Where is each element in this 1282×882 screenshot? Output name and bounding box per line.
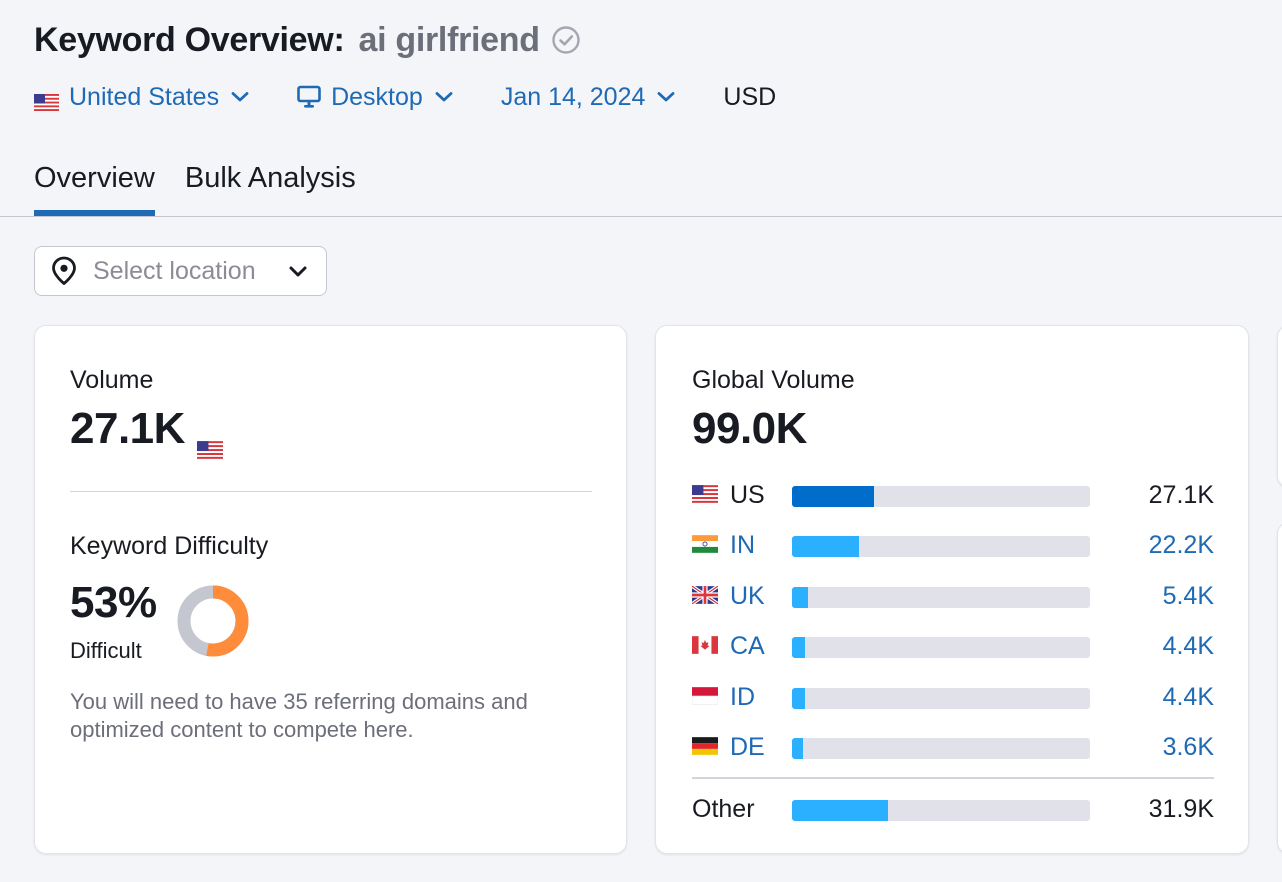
country-volume[interactable]: 4.4K — [1163, 683, 1214, 712]
bar-fill — [792, 637, 806, 659]
country-label: United States — [69, 82, 220, 111]
country-row-ca[interactable]: CA 4.4K — [692, 629, 1214, 679]
global-volume-card: Global Volume 99.0K US 27.1K IN 22.2K UK 5.4K… — [655, 325, 1249, 854]
country-row-uk[interactable]: UK 5.4K — [691, 579, 1214, 629]
bar-fill — [792, 586, 809, 608]
keyword-difficulty-status: Difficult — [70, 638, 142, 663]
bar-track — [792, 737, 1090, 759]
date-label: Jan 14, 2024 — [500, 82, 646, 111]
country-volume[interactable]: 3.6K — [1163, 733, 1214, 762]
country-row-us: US 27.1K — [692, 478, 1214, 528]
country-list: US 27.1K IN 22.2K UK 5.4K CA 4.4K ID 4.4K DE 3.6K — [691, 478, 1214, 780]
country-volume[interactable]: 22.2K — [1149, 531, 1214, 560]
volume-value: 27.1K — [70, 404, 185, 453]
volume-card: Volume 27.1K Keyword Difficulty 53% Diff… — [34, 325, 627, 854]
bar-fill — [792, 737, 803, 759]
bar-track — [792, 800, 1090, 821]
keyword-overview-page: Keyword Overview: ai girlfriend United S… — [0, 0, 1282, 882]
country-code[interactable]: ID — [730, 683, 755, 712]
bar-fill — [792, 687, 806, 709]
tab-overview[interactable]: Overview — [34, 158, 155, 217]
map-pin-icon — [51, 256, 77, 286]
filters-bar: United States Desktop Jan 14, 2024 USD — [34, 80, 776, 114]
bar-fill — [792, 536, 859, 558]
other-label: Other — [692, 795, 755, 823]
volume-value-row: 27.1K — [70, 404, 223, 459]
uk-flag-icon — [691, 584, 719, 606]
country-volume: 27.1K — [1148, 481, 1214, 509]
divider — [692, 777, 1214, 779]
keyword-difficulty-donut — [177, 585, 249, 657]
ca-flag-icon — [692, 636, 718, 655]
tab-bar: Overview Bulk Analysis — [34, 158, 386, 217]
global-volume-label: Global Volume — [692, 366, 855, 394]
country-row-other: Other 31.9K — [692, 792, 1214, 828]
keyword-name: ai girlfriend — [358, 20, 540, 59]
us-flag-icon — [34, 89, 59, 111]
de-flag-icon — [692, 737, 718, 755]
bar-fill — [792, 800, 888, 821]
volume-label: Volume — [70, 366, 154, 394]
global-volume-value: 99.0K — [692, 404, 807, 453]
country-code[interactable]: CA — [730, 632, 765, 661]
desktop-icon — [297, 85, 321, 109]
keyword-difficulty-description: You will need to have 35 referring domai… — [70, 689, 528, 742]
bar-track — [792, 536, 1090, 558]
in-flag-icon — [692, 535, 718, 554]
chevron-down-icon — [435, 91, 453, 103]
check-circle-icon — [550, 24, 582, 56]
bar-track — [792, 486, 1090, 507]
page-title: Keyword Overview: — [34, 20, 345, 59]
tabs-divider — [0, 216, 1282, 217]
chevron-down-icon — [288, 265, 308, 278]
partial-card — [1277, 325, 1282, 488]
other-value: 31.9K — [1148, 795, 1214, 823]
keyword-difficulty-value: 53% — [70, 578, 157, 627]
country-code[interactable]: DE — [730, 733, 765, 762]
country-code[interactable]: UK — [730, 582, 765, 611]
us-flag-icon — [196, 420, 223, 459]
country-row-id[interactable]: ID 4.4K — [691, 680, 1214, 730]
bar-fill — [792, 486, 874, 507]
device-dropdown[interactable]: Desktop — [297, 83, 453, 112]
bar-track — [792, 586, 1090, 608]
device-label: Desktop — [331, 82, 423, 111]
bar-track — [792, 637, 1090, 659]
date-dropdown[interactable]: Jan 14, 2024 — [501, 83, 676, 112]
partial-card — [1277, 522, 1282, 854]
country-row-de[interactable]: DE 3.6K — [692, 730, 1214, 780]
chevron-down-icon — [657, 91, 675, 103]
tab-bulk-analysis[interactable]: Bulk Analysis — [185, 158, 356, 217]
location-select[interactable]: Select location — [34, 246, 327, 296]
id-flag-icon — [691, 686, 719, 705]
country-volume[interactable]: 4.4K — [1163, 632, 1214, 661]
country-row-in[interactable]: IN 22.2K — [692, 528, 1214, 578]
keyword-difficulty-label: Keyword Difficulty — [70, 532, 269, 560]
chevron-down-icon — [231, 91, 249, 103]
us-flag-icon — [692, 485, 718, 503]
divider — [70, 491, 592, 492]
currency-label: USD — [723, 82, 777, 111]
country-code: US — [730, 481, 765, 509]
location-placeholder: Select location — [93, 256, 256, 285]
country-code[interactable]: IN — [730, 531, 755, 560]
country-dropdown[interactable]: United States — [34, 83, 249, 112]
country-volume[interactable]: 5.4K — [1163, 582, 1214, 611]
bar-track — [792, 687, 1090, 709]
page-title-row: Keyword Overview: ai girlfriend — [34, 18, 582, 62]
